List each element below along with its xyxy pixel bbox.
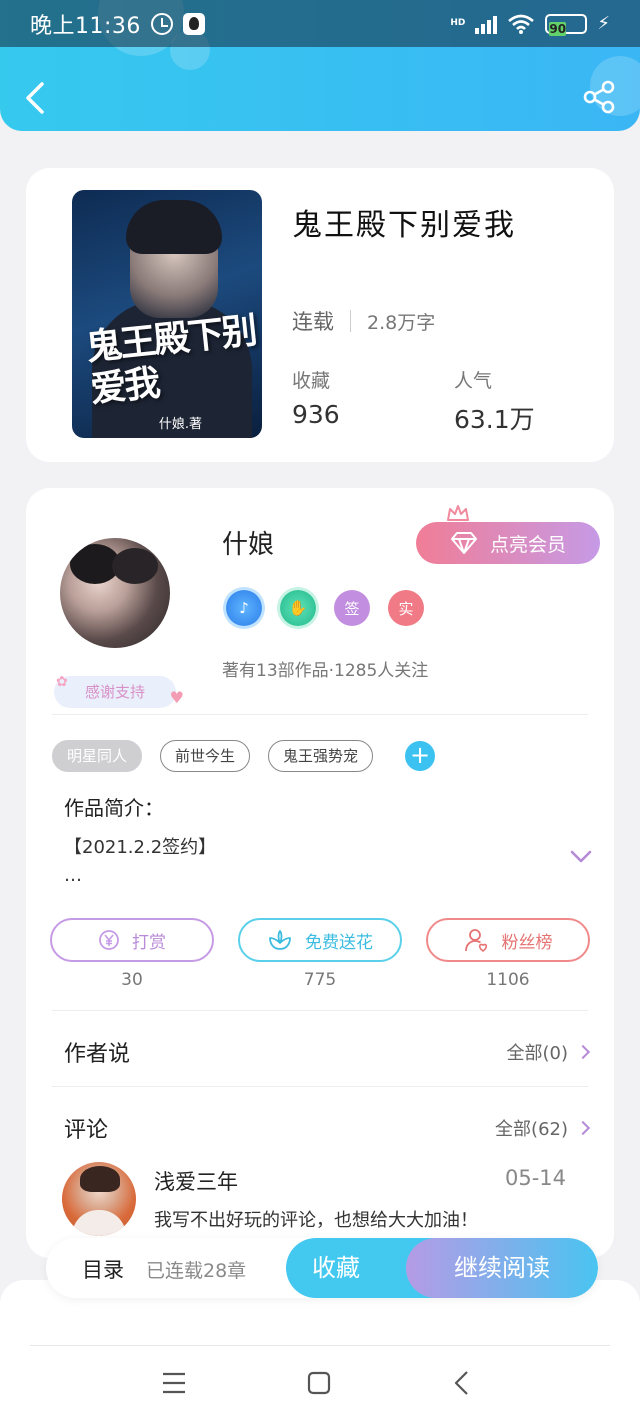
status-divider [350,310,351,332]
author-says-title: 作者说 [64,1042,131,1067]
share-button[interactable] [582,80,616,114]
author-badges: ♪ ✋ 签 实 [226,590,424,626]
comments-title: 评论 [64,1118,109,1143]
flower-icon [269,930,291,950]
cover-figure-hair [126,200,222,254]
tag-item[interactable]: 鬼王强势宠 [268,740,374,772]
cover-author: 什娘.著 [158,417,202,432]
divider [52,1010,588,1011]
alarm-icon [150,12,173,35]
sign-badge-icon[interactable]: 签 [334,590,370,626]
diamond-icon [450,532,477,554]
commenter-avatar[interactable] [62,1162,136,1236]
toc-button[interactable]: 目录 [82,1254,124,1284]
music-note-icon[interactable]: ♪ [226,590,262,626]
intro-line: 【2021.2.2签约】 [64,837,217,858]
nav-divider [30,1345,610,1346]
intro-ellipsis: … [64,865,82,886]
book-title: 鬼王殿下别爱我 [292,208,516,243]
crown-icon [447,505,469,521]
send-flower-button[interactable]: 免费送花 [238,918,402,962]
comments-row[interactable]: 评论 全部(62) [64,1112,591,1144]
author-says-count: 全部(0) [506,1043,569,1064]
comment-date: 05-14 [504,1166,566,1190]
header-bar: 晚上11:36 HD 90 ⚡ [0,0,640,131]
author-meta: 著有13部作品·1285人关注 [222,661,429,681]
author-name[interactable]: 什娘 [222,524,274,561]
flower-action: 免费送花 775 [238,918,402,990]
vip-button-label: 点亮会员 [489,533,566,556]
tag-item[interactable]: 前世今生 [160,740,251,772]
comment-text[interactable]: 我写不出好玩的评论，也想给大大加油！ [154,1206,478,1232]
yen-icon [99,930,119,950]
comments-count: 全部(62) [495,1119,568,1140]
status-bar: 晚上11:36 HD 90 ⚡ [0,0,640,47]
home-nav-button[interactable] [307,1370,331,1396]
charging-icon: ⚡ [597,13,610,34]
comments-all-link[interactable]: 全部(62) [495,1115,591,1141]
battery-level: 90 [549,21,567,36]
send-flower-label: 免费送花 [305,932,373,953]
handshake-icon[interactable]: ✋ [280,590,316,626]
thanks-tag[interactable]: 感谢支持 [54,666,184,714]
book-status-row: 连载 2.8万字 [292,306,435,336]
bottom-sheet [0,1280,640,1422]
fan-rank-label: 粉丝榜 [501,932,553,953]
author-says-row[interactable]: 作者说 全部(0) [64,1036,591,1068]
chapter-count: 已连载28章 [146,1260,247,1282]
popularity-value: 63.1万 [454,405,535,434]
status-time: 晚上11:36 [30,13,141,39]
author-avatar[interactable] [60,538,170,648]
popularity-label: 人气 [454,370,493,392]
flower-count: 775 [303,970,337,990]
wifi-icon [508,14,535,34]
reward-count: 30 [121,970,143,990]
book-cover[interactable]: 鬼王殿下别爱我 什娘.著 [72,190,262,438]
fans-action: 粉丝榜 1106 [426,918,590,990]
vip-button[interactable]: 点亮会员 [416,522,600,564]
network-type: HD [450,18,466,28]
tag-list: 明星同人 前世今生 鬼王强势宠 + [52,740,436,772]
support-actions: 打赏 30 免费送花 775 粉丝榜 1106 [50,918,590,990]
serial-status: 连载 [292,310,334,334]
battery-icon: 90 [545,13,588,36]
fan-rank-button[interactable]: 粉丝榜 [426,918,590,962]
back-button[interactable] [22,80,50,116]
intro-text: 【2021.2.2签约】 … [64,834,524,890]
signal-icon [475,14,498,34]
intro-title: 作品简介： [64,796,164,820]
author-card: 感谢支持 什娘 点亮会员 ♪ ✋ 签 实 著有13部作品·1285人关注 明星同… [26,488,614,1258]
add-tag-button[interactable]: + [405,741,436,771]
author-says-all-link[interactable]: 全部(0) [506,1039,591,1065]
word-count: 2.8万字 [367,311,436,334]
back-nav-button[interactable] [452,1370,472,1396]
real-name-badge-icon[interactable]: 实 [388,590,424,626]
fan-rank-icon [464,929,487,953]
reward-label: 打赏 [132,932,166,953]
chevron-right-icon [575,1044,591,1060]
bottom-action-bar: 目录 已连载28章 收藏 继续阅读 [46,1238,598,1298]
divider [52,714,588,715]
commenter-name[interactable]: 浅爱三年 [154,1166,238,1196]
reward-button[interactable]: 打赏 [50,918,214,962]
divider [52,1086,588,1087]
continue-reading-button[interactable]: 继续阅读 [406,1238,598,1298]
book-info-card: 鬼王殿下别爱我 什娘.著 鬼王殿下别爱我 连载 2.8万字 收藏 936 人气 … [26,168,614,462]
favorites-value: 936 [292,400,340,429]
cover-title: 鬼王殿下别爱我 [84,309,258,411]
reward-action: 打赏 30 [50,918,214,990]
qq-icon [182,12,205,35]
tag-item[interactable]: 明星同人 [52,740,143,772]
favorites-label: 收藏 [292,370,331,392]
menu-nav-button[interactable] [162,1370,186,1396]
fans-count: 1106 [486,970,530,990]
chevron-right-icon [575,1120,591,1136]
expand-chevron-icon[interactable] [570,850,592,864]
